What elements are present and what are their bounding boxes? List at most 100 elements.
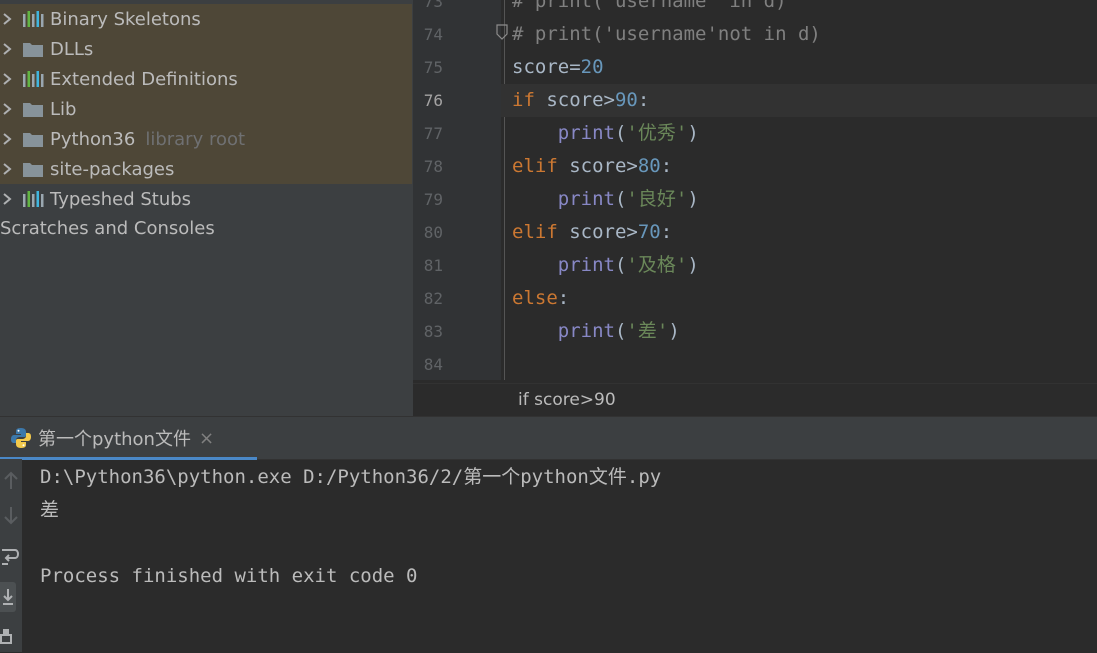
gutter-divider: [504, 0, 505, 380]
code-token: (: [614, 122, 627, 144]
tree-item[interactable]: Extended Definitions: [0, 64, 412, 94]
library-icon: [22, 190, 44, 208]
code-token: score>: [534, 89, 615, 111]
console-line: Process finished with exit code 0: [40, 565, 418, 587]
tree-item[interactable]: Python36 library root: [0, 124, 412, 154]
soft-wrap-icon[interactable]: [0, 541, 22, 571]
up-arrow-icon[interactable]: [0, 465, 22, 495]
scratches-and-consoles-item[interactable]: Scratches and Consoles: [0, 214, 215, 244]
code-token: # print('username'not in d): [512, 23, 821, 45]
chevron-right-icon[interactable]: [0, 40, 16, 58]
code-line[interactable]: # print('username' in d): [512, 0, 787, 18]
tree-item-label: DLLs: [50, 38, 94, 60]
code-line[interactable]: if score>90:: [512, 84, 649, 117]
code-line[interactable]: # print('username'not in d): [512, 18, 821, 51]
code-token: 70: [637, 221, 661, 243]
code-token: print: [557, 188, 615, 210]
tree-item[interactable]: Lib: [0, 94, 412, 124]
down-arrow-icon[interactable]: [0, 501, 22, 531]
code-token: print: [557, 254, 615, 276]
folder-icon: [22, 100, 44, 118]
code-token: else: [512, 287, 558, 309]
line-number: 82: [423, 289, 443, 308]
tree-item[interactable]: Typeshed Stubs: [0, 184, 413, 214]
project-tree-panel: Binary Skeletons DLLs Extended Definitions…: [0, 0, 413, 416]
tree-item-label: Python36: [50, 128, 136, 150]
code-line[interactable]: elif score>80:: [512, 150, 672, 183]
code-token: :: [660, 155, 673, 177]
tree-item-label: site-packages: [50, 158, 175, 180]
code-line[interactable]: else:: [512, 282, 569, 315]
code-token: if: [512, 89, 535, 111]
scroll-to-end-icon: [3, 589, 13, 605]
code-line[interactable]: print('良好'): [512, 183, 699, 216]
run-tab-label: 第一个python文件: [38, 429, 191, 450]
code-line[interactable]: print('及格'): [512, 249, 699, 282]
code-token: ): [687, 188, 699, 210]
line-number: 80: [423, 223, 443, 242]
line-number: 75: [423, 58, 443, 77]
chevron-right-icon[interactable]: [0, 10, 16, 28]
code-token: (: [614, 320, 627, 342]
tree-item-suffix: library root: [145, 128, 246, 150]
code-line[interactable]: print('差'): [512, 315, 680, 348]
code-token: :: [557, 287, 570, 309]
code-token: '良好': [626, 188, 688, 210]
code-token: ): [687, 254, 699, 276]
tree-item-label: Binary Skeletons: [50, 8, 201, 30]
chevron-right-icon[interactable]: [0, 190, 16, 208]
code-token: score>: [557, 155, 638, 177]
tree-item[interactable]: DLLs: [0, 34, 412, 64]
print-icon[interactable]: [0, 623, 22, 653]
line-number: 73: [423, 0, 443, 11]
run-tool-window: 第一个python文件 × D:\Python36\python.exe D:/…: [0, 416, 1097, 652]
tree-item[interactable]: site-packages: [0, 154, 412, 184]
run-tab[interactable]: 第一个python文件 ×: [0, 417, 257, 460]
code-line[interactable]: print('优秀'): [512, 117, 699, 150]
console-line: 差: [40, 499, 60, 521]
run-tab-bar: 第一个python文件 ×: [0, 417, 1097, 460]
breadcrumb[interactable]: if score>90: [413, 383, 1097, 416]
line-number: 74: [423, 25, 443, 44]
code-line[interactable]: score=20: [512, 51, 604, 84]
chevron-right-icon[interactable]: [0, 130, 16, 148]
tree-item-label: Lib: [50, 98, 77, 120]
fold-marker-icon[interactable]: [496, 24, 508, 40]
line-number: 76: [423, 91, 443, 110]
code-token: 90: [614, 89, 638, 111]
chevron-right-icon[interactable]: [0, 100, 16, 118]
chevron-right-icon[interactable]: [0, 70, 16, 88]
code-token: 20: [580, 56, 604, 78]
chevron-right-icon[interactable]: [0, 160, 16, 178]
code-token: 80: [637, 155, 661, 177]
code-token: (: [614, 254, 627, 276]
code-token: print: [557, 122, 615, 144]
active-tab-indicator: [0, 457, 257, 460]
code-token: # print('username' in d): [512, 0, 787, 12]
close-icon[interactable]: ×: [199, 428, 214, 449]
tree-item-label: Typeshed Stubs: [50, 188, 192, 210]
code-token: '优秀': [626, 122, 688, 144]
code-token: ): [668, 320, 680, 342]
console-line: D:\Python36\python.exe D:/Python36/2/第一个…: [40, 466, 662, 488]
code-token: score=: [512, 56, 581, 78]
code-token: elif: [512, 155, 558, 177]
code-line[interactable]: elif score>70:: [512, 216, 672, 249]
code-editor[interactable]: 73 # print('username' in d) 74 # print('use…: [413, 0, 1097, 416]
library-icon: [22, 70, 44, 88]
folder-icon: [22, 40, 44, 58]
folder-icon: [22, 160, 44, 178]
tree-item[interactable]: Binary Skeletons: [0, 4, 412, 34]
python-icon: [11, 428, 31, 448]
code-token: ): [687, 122, 699, 144]
line-number: 83: [423, 322, 443, 341]
folder-icon: [22, 130, 44, 148]
code-token: :: [637, 89, 650, 111]
line-number: 79: [423, 190, 443, 209]
scroll-to-end-button[interactable]: [0, 582, 16, 612]
line-number: 78: [423, 157, 443, 176]
code-token: print: [557, 320, 615, 342]
